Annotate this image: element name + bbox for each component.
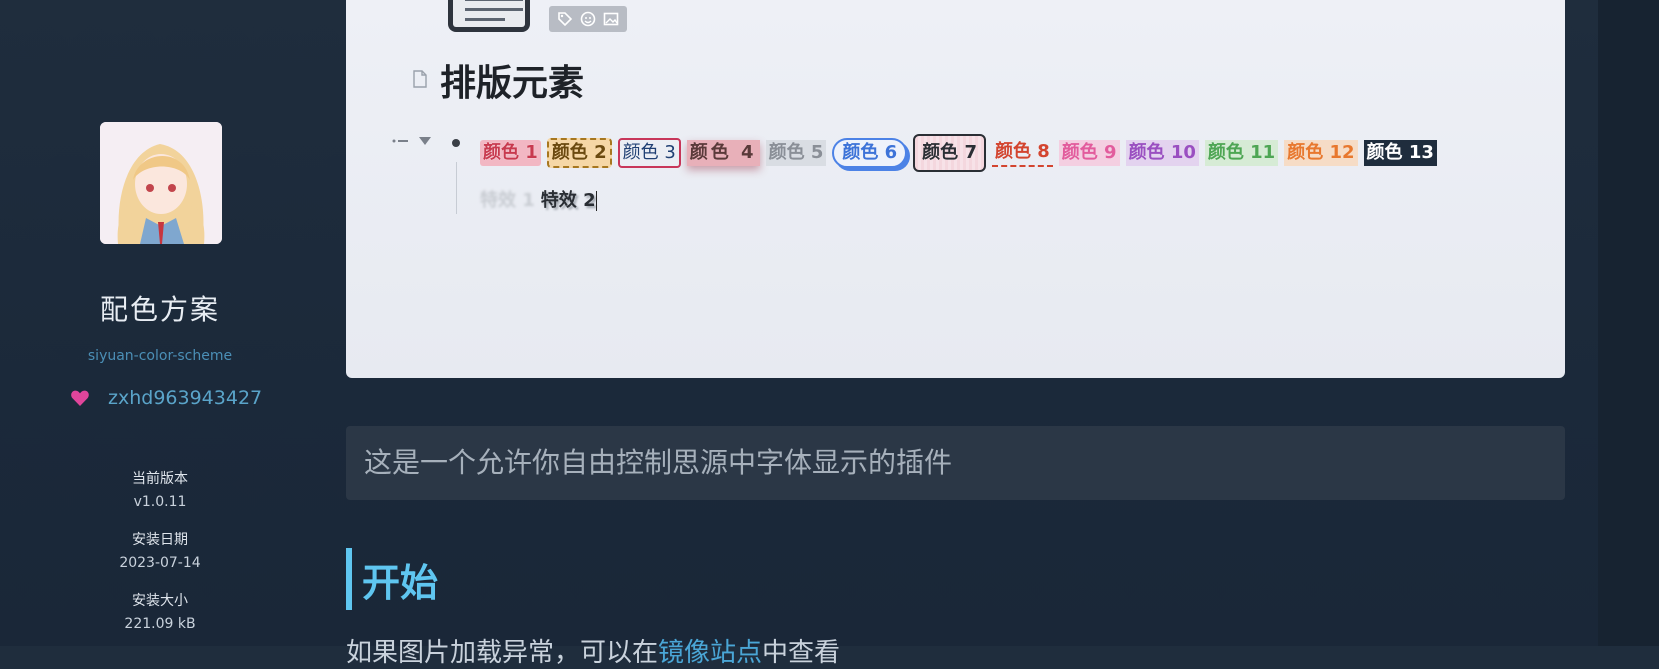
color-tag-7: 颜色 7: [913, 134, 986, 172]
color-tag-10: 颜色 10: [1125, 140, 1199, 166]
install-date-value: 2023-07-14: [119, 555, 201, 571]
plugin-name: 配色方案: [99, 293, 220, 326]
section-accent-bar: [346, 548, 352, 610]
collapse-triangle-icon[interactable]: [418, 136, 432, 146]
install-date-label: 安装日期: [132, 532, 188, 548]
right-edge-strip: [1598, 0, 1659, 646]
effect-tags-row: 特效 1 特效 2: [480, 186, 597, 212]
block-tools[interactable]: [392, 136, 432, 146]
plugin-avatar: [100, 122, 222, 244]
plugin-description: 这是一个允许你自由控制思源中字体显示的插件: [346, 426, 1565, 500]
effect-tag-2-wrap: 特效 2: [541, 186, 597, 212]
color-tags-row: 颜色 1 颜色 2 颜色 3 颜色 4 颜色 5 颜色 6 颜色 7 颜色 8 …: [480, 134, 1437, 172]
color-tag-11: 颜色 11: [1204, 140, 1279, 166]
install-size-value: 221.09 kB: [124, 616, 196, 632]
color-tag-2: 颜色 2: [546, 138, 612, 168]
color-tag-1: 颜色 1: [480, 140, 541, 166]
file-icon: [413, 70, 427, 88]
install-size-label: 安装大小: [132, 593, 188, 609]
install-date-info: 安装日期 2023-07-14: [0, 529, 320, 571]
color-tag-4: 颜色 4: [686, 140, 760, 166]
readme-text-after: 中查看: [762, 638, 841, 668]
section-title-start: 开始: [362, 561, 439, 605]
version-value: v1.0.11: [133, 494, 187, 510]
color-tag-12: 颜色 12: [1284, 140, 1358, 166]
emoji-icon[interactable]: [580, 11, 596, 27]
heart-icon: [71, 390, 89, 406]
readme-text-before: 如果图片加载异常，可以在: [346, 638, 659, 668]
author-row[interactable]: zxhd963943427: [70, 384, 262, 412]
plugin-id: siyuan-color-scheme: [87, 348, 233, 364]
author-link[interactable]: zxhd963943427: [108, 387, 262, 409]
drag-handle-icon[interactable]: [392, 136, 410, 146]
text-caret: [595, 191, 597, 211]
version-info: 当前版本 v1.0.11: [0, 468, 320, 510]
color-tag-6: 颜色 6: [832, 138, 908, 168]
color-tag-13: 颜色 13: [1363, 140, 1437, 166]
color-tag-5: 颜色 5: [765, 140, 827, 166]
plugin-sidebar: 配色方案 siyuan-color-scheme zxhd963943427 当…: [0, 0, 320, 646]
effect-tag-2: 特效 2: [540, 190, 596, 211]
doc-title: 排版元素: [440, 63, 585, 104]
color-tag-8: 颜色 8: [991, 139, 1053, 167]
mirror-site-link[interactable]: 镜像站点: [658, 638, 762, 668]
version-label: 当前版本: [132, 471, 188, 487]
tag-icon[interactable]: [557, 11, 573, 27]
preview-screenshot: 排版元素 颜色 1 颜色 2 颜色 3 颜色 4 颜色 5 颜色 6 颜色 7 …: [346, 0, 1565, 378]
readme-paragraph: 如果图片加载异常，可以在镜像站点中查看: [346, 632, 840, 669]
install-size-info: 安装大小 221.09 kB: [0, 590, 320, 632]
doc-icon-toolbar[interactable]: [549, 6, 627, 32]
image-icon[interactable]: [603, 11, 619, 27]
list-guide-line: [456, 162, 457, 214]
color-tag-9: 颜色 9: [1058, 140, 1120, 166]
list-bullet[interactable]: [452, 139, 460, 147]
color-tag-3: 颜色 3: [617, 138, 681, 168]
effect-tag-1: 特效 1: [480, 190, 535, 211]
document-icon: [448, 0, 530, 32]
